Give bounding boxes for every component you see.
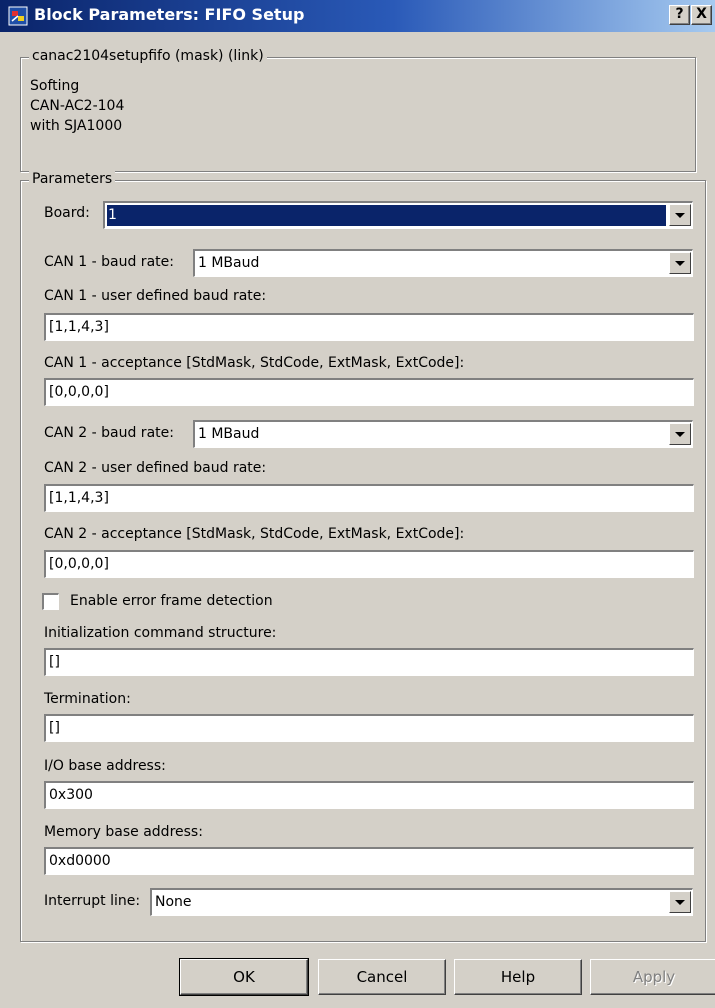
board-label: Board:: [44, 205, 90, 221]
cancel-button[interactable]: Cancel: [318, 959, 446, 995]
apply-button[interactable]: Apply: [590, 959, 715, 995]
title-bar: Block Parameters: FIFO Setup ? X: [0, 0, 715, 32]
can2-acceptance-label: CAN 2 - acceptance [StdMask, StdCode, Ex…: [44, 526, 465, 542]
description-group: canac2104setupfifo (mask) (link): [20, 48, 696, 172]
chevron-down-icon[interactable]: [669, 891, 691, 913]
chevron-down-icon[interactable]: [669, 423, 691, 445]
description-line: with SJA1000: [30, 118, 123, 134]
can1-acceptance-input[interactable]: [0,0,0,0]: [44, 378, 694, 406]
can1-user-baud-input[interactable]: [1,1,4,3]: [44, 313, 694, 341]
io-base-label: I/O base address:: [44, 758, 166, 774]
board-select[interactable]: 1: [103, 201, 693, 229]
ok-button[interactable]: OK: [179, 958, 309, 996]
mem-base-label: Memory base address:: [44, 824, 203, 840]
description-line: Softing: [30, 78, 80, 94]
error-frame-checkbox[interactable]: [42, 593, 59, 610]
close-button[interactable]: X: [691, 5, 712, 25]
can1-baud-rate-label: CAN 1 - baud rate:: [44, 254, 174, 270]
chevron-down-icon[interactable]: [669, 252, 691, 274]
can2-user-baud-label: CAN 2 - user defined baud rate:: [44, 460, 267, 476]
init-command-label: Initialization command structure:: [44, 625, 277, 641]
mem-base-input[interactable]: 0xd0000: [44, 847, 694, 875]
simulink-block-icon: [8, 6, 28, 26]
can1-baud-rate-value: 1 MBaud: [198, 255, 260, 271]
interrupt-line-label: Interrupt line:: [44, 893, 141, 909]
interrupt-line-value: None: [155, 894, 192, 910]
init-command-input[interactable]: []: [44, 648, 694, 676]
description-line: CAN-AC2-104: [30, 98, 125, 114]
can2-baud-rate-label: CAN 2 - baud rate:: [44, 425, 174, 441]
help-button[interactable]: Help: [454, 959, 582, 995]
can2-user-baud-input[interactable]: [1,1,4,3]: [44, 484, 694, 512]
context-help-button[interactable]: ?: [669, 5, 690, 25]
parameters-legend: Parameters: [29, 171, 116, 187]
chevron-down-icon[interactable]: [669, 204, 691, 226]
can2-baud-rate-value: 1 MBaud: [198, 426, 260, 442]
can1-acceptance-label: CAN 1 - acceptance [StdMask, StdCode, Ex…: [44, 355, 465, 371]
can1-user-baud-label: CAN 1 - user defined baud rate:: [44, 288, 267, 304]
can1-baud-rate-select[interactable]: 1 MBaud: [193, 249, 693, 277]
can2-acceptance-input[interactable]: [0,0,0,0]: [44, 550, 694, 578]
io-base-input[interactable]: 0x300: [44, 781, 694, 809]
description-legend: canac2104setupfifo (mask) (link): [29, 48, 267, 64]
termination-label: Termination:: [44, 691, 131, 707]
board-value: 1: [107, 205, 666, 226]
can2-baud-rate-select[interactable]: 1 MBaud: [193, 420, 693, 448]
error-frame-label: Enable error frame detection: [70, 593, 273, 609]
termination-input[interactable]: []: [44, 714, 694, 742]
window-title: Block Parameters: FIFO Setup: [34, 5, 305, 24]
interrupt-line-select[interactable]: None: [150, 888, 693, 916]
